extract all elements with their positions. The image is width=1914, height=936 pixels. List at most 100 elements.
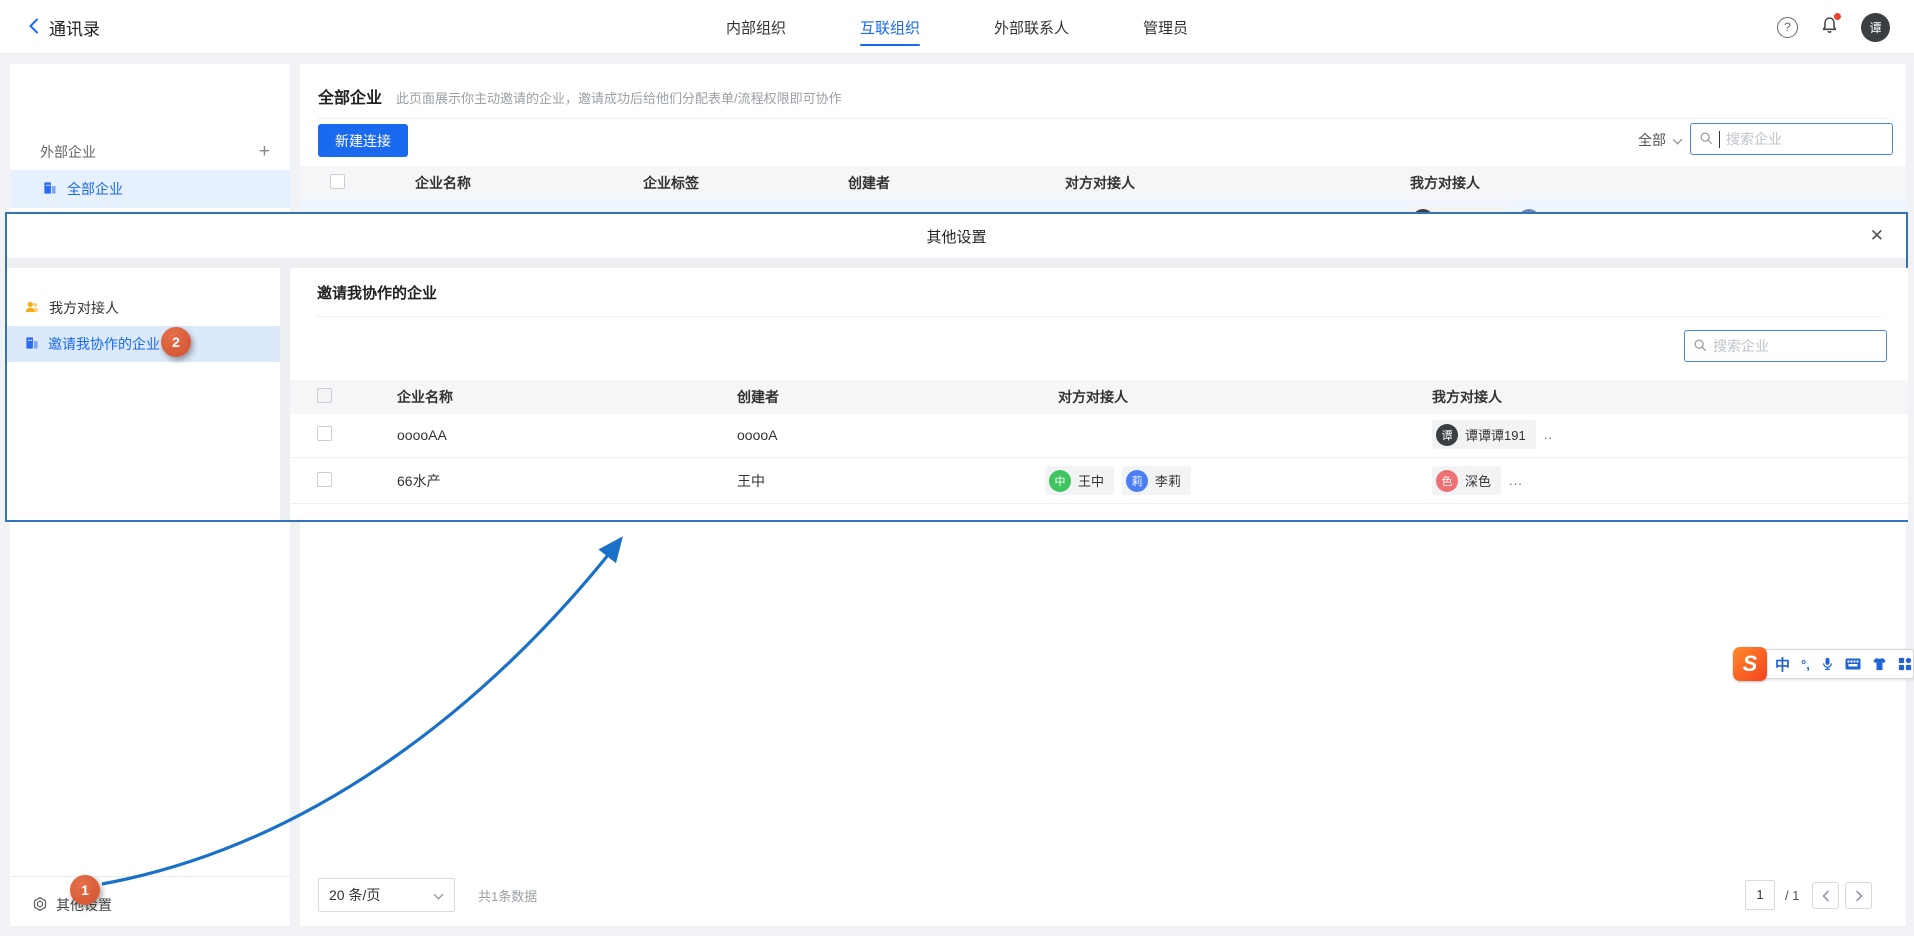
- contact-avatar: 谭: [1436, 424, 1458, 446]
- section-title: 全部企业: [318, 84, 382, 108]
- enterprise-name: 66水产: [397, 471, 737, 491]
- notification-dot: [1834, 13, 1841, 20]
- contact-chip[interactable]: 谭 谭谭谭191: [1432, 420, 1536, 449]
- tab-connected-org[interactable]: 互联组织: [860, 0, 920, 54]
- column-header: 企业名称: [397, 387, 737, 407]
- column-header: 企业名称: [415, 173, 643, 193]
- search-input[interactable]: [1726, 131, 1884, 147]
- dialog-sidebar: 我方对接人 邀请我协作的企业: [7, 268, 280, 520]
- ime-toolbar[interactable]: S 中 °,: [1740, 649, 1914, 679]
- their-contacts-cell: 中 王中 莉 李莉: [1045, 466, 1432, 495]
- enterprise-search[interactable]: [1690, 123, 1893, 155]
- help-icon[interactable]: ?: [1777, 17, 1798, 38]
- other-settings-dialog: 其他设置 ✕ 我方对接人 邀请我协作的企业 邀请我协作的企业: [5, 212, 1908, 522]
- sidebar-divider: [10, 876, 290, 877]
- contact-name: 谭谭谭191: [1465, 425, 1526, 444]
- toolbox-grid-icon[interactable]: [1898, 657, 1912, 671]
- tab-bar: 内部组织 互联组织 外部联系人 管理员: [0, 0, 1914, 54]
- table-row[interactable]: ooooAA ooooA 谭 谭谭谭191 ..: [290, 412, 1908, 458]
- top-right-actions: ? 谭: [1777, 0, 1890, 54]
- ime-punctuation-icon[interactable]: °,: [1801, 657, 1810, 672]
- microphone-icon[interactable]: [1821, 656, 1834, 672]
- dialog-content: 邀请我协作的企业 企业名称 创建者 对方对接人 我方对接人 ooooAA ooo…: [290, 268, 1908, 520]
- chevron-down-icon: [433, 887, 444, 903]
- creator-name: ooooA: [737, 427, 1045, 443]
- search-icon: [1693, 338, 1707, 355]
- our-contacts-cell: 色 深色 ...: [1432, 466, 1908, 495]
- page: 通讯录 内部组织 互联组织 外部联系人 管理员 ? 谭 外部企业 + 全部企业: [0, 0, 1914, 936]
- contact-chip[interactable]: 中 王中: [1045, 466, 1114, 495]
- chevron-down-icon: [1672, 132, 1683, 148]
- sidebar-group-external-enterprise: 外部企业 +: [10, 134, 290, 170]
- enterprise-name: ooooAA: [397, 427, 737, 443]
- tab-admin[interactable]: 管理员: [1143, 0, 1188, 54]
- column-header: 对方对接人: [1045, 387, 1432, 407]
- table-row[interactable]: 66水产 王中 中 王中 莉 李莉 色 深色: [290, 458, 1908, 504]
- people-icon: [25, 300, 40, 317]
- divider: [318, 118, 1888, 119]
- sogou-logo-icon[interactable]: S: [1733, 647, 1767, 681]
- our-contacts-cell: 谭 谭谭谭191 ..: [1432, 420, 1908, 449]
- row-checkbox[interactable]: [317, 426, 332, 441]
- dialog-nav-label: 我方对接人: [49, 298, 119, 318]
- next-page-button[interactable]: [1845, 882, 1872, 909]
- more-ellipsis[interactable]: ...: [1509, 473, 1523, 488]
- close-icon[interactable]: ✕: [1870, 226, 1884, 246]
- building-icon: [25, 336, 39, 353]
- top-bar: 通讯录 内部组织 互联组织 外部联系人 管理员 ? 谭: [0, 0, 1914, 54]
- search-input[interactable]: [1713, 338, 1878, 354]
- column-header: 创建者: [737, 387, 1045, 407]
- tab-external-contacts[interactable]: 外部联系人: [994, 0, 1069, 54]
- page-size-select[interactable]: 20 条/页: [318, 878, 455, 912]
- row-checkbox[interactable]: [317, 472, 332, 487]
- total-count: 共1条数据: [478, 878, 537, 912]
- contact-avatar: 中: [1049, 470, 1071, 492]
- add-external-enterprise-button[interactable]: +: [259, 141, 270, 163]
- new-connection-button[interactable]: 新建连接: [318, 124, 408, 157]
- virtual-keyboard-icon[interactable]: [1845, 658, 1861, 670]
- skin-shirt-icon[interactable]: [1872, 657, 1887, 671]
- table-header: 企业名称 企业标签 创建者 对方对接人 我方对接人: [300, 166, 1906, 200]
- column-header: 我方对接人: [1410, 173, 1906, 193]
- contact-name: 王中: [1078, 471, 1104, 490]
- creator-name: 王中: [737, 471, 1045, 491]
- contact-name: 深色: [1465, 471, 1491, 490]
- column-header: 对方对接人: [1065, 173, 1410, 193]
- select-all-checkbox[interactable]: [330, 174, 345, 189]
- user-avatar[interactable]: 谭: [1861, 13, 1890, 42]
- contact-name: 李莉: [1155, 471, 1181, 490]
- dialog-section-heading: 邀请我协作的企业: [317, 282, 437, 303]
- dialog-nav-label: 邀请我协作的企业: [48, 334, 160, 354]
- page-size-label: 20 条/页: [329, 885, 380, 905]
- gear-icon: [32, 896, 48, 915]
- sidebar-item-other-settings[interactable]: 其他设置: [10, 884, 290, 926]
- building-icon: [43, 181, 57, 198]
- ime-chinese-mode-icon[interactable]: 中: [1775, 654, 1790, 675]
- notification-bell-icon[interactable]: [1820, 16, 1839, 38]
- dialog-title: 其他设置: [926, 226, 986, 247]
- contact-avatar: 色: [1436, 470, 1458, 492]
- more-ellipsis[interactable]: ..: [1544, 427, 1553, 442]
- contact-chip[interactable]: 色 深色: [1432, 466, 1501, 495]
- contact-chip[interactable]: 莉 李莉: [1122, 466, 1191, 495]
- sidebar-item-all-enterprises[interactable]: 全部企业: [10, 170, 290, 208]
- prev-page-button[interactable]: [1812, 882, 1839, 909]
- dialog-enterprise-search[interactable]: [1684, 330, 1887, 362]
- dialog-header: 其他设置 ✕: [7, 214, 1906, 258]
- page-total-label: / 1: [1785, 880, 1799, 910]
- text-caret: [1719, 131, 1720, 148]
- page-number-input[interactable]: 1: [1745, 880, 1775, 910]
- select-all-checkbox[interactable]: [317, 388, 332, 403]
- sidebar-item-label: 全部企业: [67, 179, 123, 199]
- annotation-badge-1: 1: [70, 875, 100, 905]
- tab-internal-org[interactable]: 内部组织: [726, 0, 786, 54]
- dialog-nav-our-contacts[interactable]: 我方对接人: [7, 290, 280, 326]
- filter-label: 全部: [1638, 130, 1666, 150]
- filter-dropdown[interactable]: 全部: [1638, 124, 1683, 156]
- dialog-nav-inviting-enterprises[interactable]: 邀请我协作的企业: [7, 326, 280, 362]
- contact-avatar: 莉: [1126, 470, 1148, 492]
- annotation-badge-2: 2: [161, 327, 191, 357]
- divider: [317, 316, 1882, 317]
- section-subtitle: 此页面展示你主动邀请的企业，邀请成功后给他们分配表单/流程权限即可协作: [396, 88, 842, 107]
- dialog-table-header: 企业名称 创建者 对方对接人 我方对接人: [290, 380, 1908, 414]
